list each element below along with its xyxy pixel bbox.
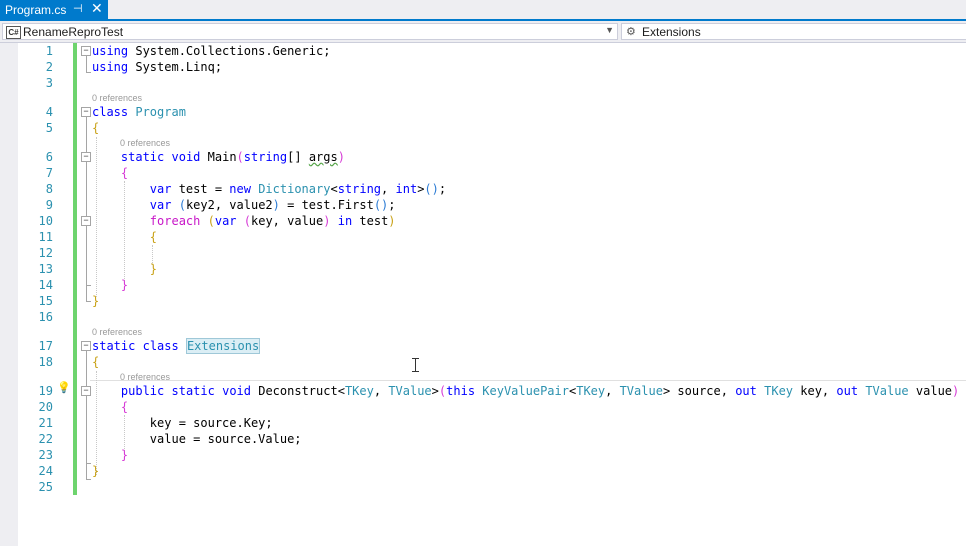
csharp-project-icon: C# [6,26,21,39]
code-line: 15 } [0,293,966,309]
line-number: 6 [45,150,53,164]
line-number: 8 [45,182,53,196]
code-line: 12 [0,245,966,261]
code-line: 19 public static void Deconstruct<TKey, … [0,383,966,399]
chevron-down-icon[interactable]: ▼ [605,25,614,35]
line-number: 5 [45,121,53,135]
line-number: 17 [38,339,53,353]
type-dropdown-label: Extensions [642,25,701,39]
code-line: 2 using System.Linq; [0,59,966,75]
code-line: 14 } [0,277,966,293]
code-line: 1 using System.Collections.Generic; [0,43,966,59]
line-number: 2 [45,60,53,74]
code-line: 5 { [0,120,966,136]
code-text: } [92,294,100,308]
member-separator-line [90,380,966,381]
code-text: { [149,230,158,244]
code-text: var test = new Dictionary<string, int>()… [149,182,447,196]
code-text: public static void Deconstruct<TKey, TVa… [120,384,960,398]
project-dropdown[interactable]: C# RenameReproTest ▼ [2,23,618,40]
code-text: { [120,400,129,414]
line-number: 16 [38,310,53,324]
line-number: 25 [38,480,53,494]
code-text: { [92,355,100,369]
code-line: 24 } [0,463,966,479]
code-text: key = source.Key; [149,416,273,430]
code-text: } [120,278,129,292]
code-line: 21 key = source.Key; [0,415,966,431]
code-line: 23 } [0,447,966,463]
code-text: using System.Linq; [92,60,223,74]
line-number: 18 [38,355,53,369]
line-number: 22 [38,432,53,446]
line-number: 10 [38,214,53,228]
class-member-icon: ⚙ [626,26,636,38]
line-number: 19 [38,384,53,398]
code-text: static class Extensions [92,338,261,354]
code-line: 20 { [0,399,966,415]
code-text: { [92,121,100,135]
navigation-bar: C# RenameReproTest ▼ ⚙ Extensions [0,21,966,43]
tab-title[interactable]: Program.cs [5,3,66,17]
line-number: 7 [45,166,53,180]
code-text: } [120,448,129,462]
code-line: 13 } [0,261,966,277]
highlighted-symbol: Extensions [185,338,261,354]
line-number: 15 [38,294,53,308]
code-text: } [149,262,158,276]
code-line: 3 [0,75,966,91]
code-text: } [92,464,100,478]
code-line: 17 static class Extensions [0,338,966,354]
code-text: var (key2, value2) = test.First(); [149,198,396,212]
code-line: 6 static void Main(string[] args) [0,149,966,165]
code-line: 9 var (key2, value2) = test.First(); [0,197,966,213]
document-tab-program-cs[interactable]: Program.cs ⊣ ✕ [0,0,108,21]
type-dropdown[interactable]: ⚙ Extensions [621,23,966,40]
line-number: 14 [38,278,53,292]
code-text: { [120,166,129,180]
code-line: 4 class Program [0,104,966,120]
ibeam-cursor-icon [411,357,421,373]
line-number: 9 [45,198,53,212]
code-text: static void Main(string[] args) [120,150,345,164]
code-line: 8 var test = new Dictionary<string, int>… [0,181,966,197]
close-tab-icon[interactable]: ✕ [91,0,103,17]
code-line: 11 { [0,229,966,245]
code-text: value = source.Value; [149,432,302,446]
code-line: 25 [0,479,966,495]
line-number: 23 [38,448,53,462]
line-number: 3 [45,76,53,90]
line-number: 1 [45,44,53,58]
code-text: using System.Collections.Generic; [92,44,331,58]
line-number: 4 [45,105,53,119]
code-line: 22 value = source.Value; [0,431,966,447]
line-number: 24 [38,464,53,478]
line-number: 20 [38,400,53,414]
code-text: class Program [92,105,186,119]
code-text: foreach (var (key, value) in test) [149,214,396,228]
code-editor[interactable]: 💡 0 references 0 references 0 references… [0,43,966,546]
project-dropdown-label: RenameReproTest [23,25,124,39]
document-tab-strip: Program.cs ⊣ ✕ [0,0,966,21]
pin-tab-icon[interactable]: ⊣ [73,2,83,15]
code-line: 18 { [0,354,966,370]
line-number: 12 [38,246,53,260]
code-line: 16 [0,309,966,325]
code-line: 10 foreach (var (key, value) in test) [0,213,966,229]
line-number: 11 [38,230,53,244]
line-number: 13 [38,262,53,276]
line-number: 21 [38,416,53,430]
code-line: 7 { [0,165,966,181]
